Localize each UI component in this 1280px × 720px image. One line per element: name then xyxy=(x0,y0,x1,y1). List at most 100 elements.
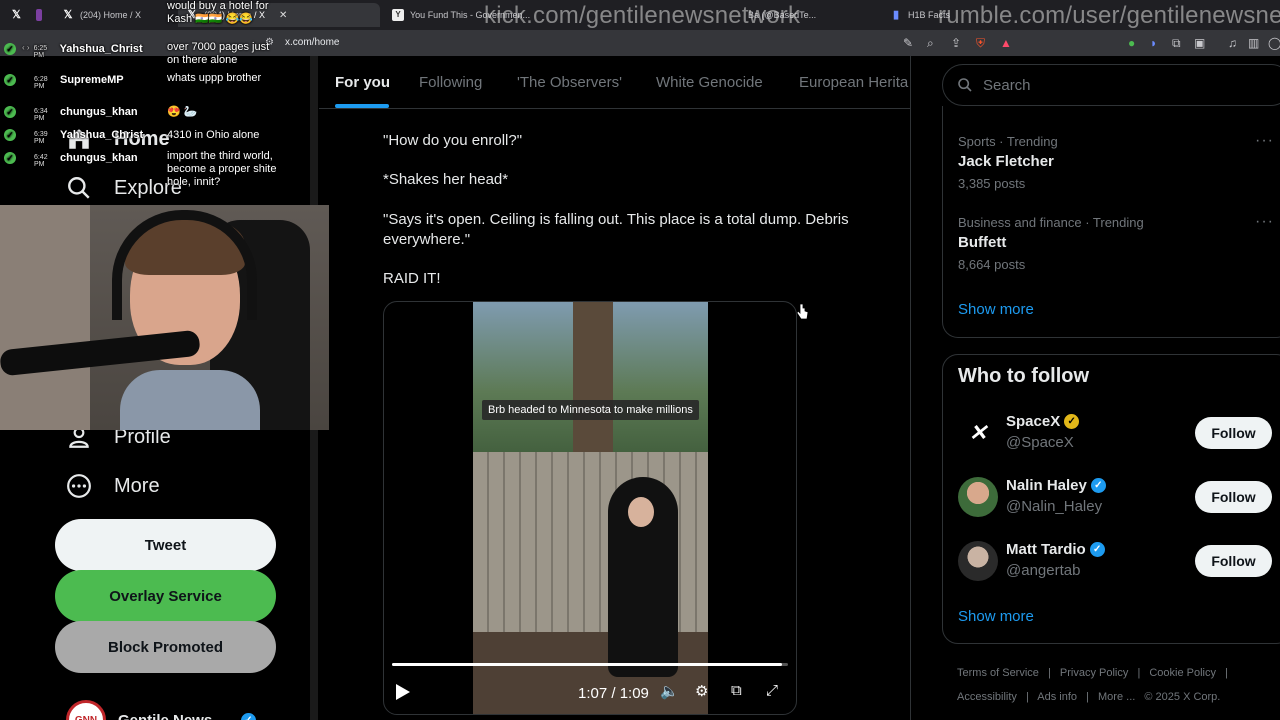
video-progress-bar[interactable] xyxy=(392,663,788,666)
check-icon: ✓ xyxy=(4,74,16,86)
show-more-link[interactable]: Show more xyxy=(958,608,1034,625)
footer-link-terms[interactable]: Terms of Service xyxy=(957,667,1039,679)
chat-message: over 7000 pages just on there alone xyxy=(167,41,270,66)
chat-message: would buy a hotel for Kash 🇮🇳🇮🇳 😂😂 xyxy=(167,0,269,25)
zoom-icon[interactable]: ⌕ xyxy=(927,36,934,50)
gear-icon[interactable]: ⚙ xyxy=(695,682,708,700)
verified-badge-icon: ✓ xyxy=(1090,478,1106,493)
search-icon xyxy=(958,78,972,92)
puzzle-icon[interactable]: ⧉ xyxy=(1172,36,1181,50)
footer-link-more[interactable]: More ... xyxy=(1098,691,1135,703)
footer-link-privacy[interactable]: Privacy Policy xyxy=(1060,667,1128,679)
main-feed: For you Following 'The Observers' White … xyxy=(319,56,911,720)
follow-name: SpaceX ✓ xyxy=(1006,413,1080,430)
tab-following[interactable]: Following xyxy=(419,74,482,91)
share-icon[interactable]: ⇪ xyxy=(951,36,961,50)
check-icon: ✓ xyxy=(4,106,16,118)
media-icon[interactable]: ♫ xyxy=(1228,36,1237,50)
follow-handle: @SpaceX xyxy=(1006,434,1074,451)
avatar xyxy=(958,541,998,581)
chat-message: 😍 🦢 xyxy=(167,106,198,118)
footer-link-accessibility[interactable]: Accessibility xyxy=(957,691,1017,703)
more-circle-icon xyxy=(67,474,91,498)
chat-line: ✓ 6:42 PM chungus_khan xyxy=(4,152,156,168)
account-name: Gentile News ... xyxy=(118,711,229,720)
popout-icon[interactable]: ⧉ xyxy=(731,682,742,699)
tab-european-heritage[interactable]: European Herita xyxy=(799,74,908,91)
post-text-line: *Shakes her head* xyxy=(383,171,509,188)
play-icon[interactable] xyxy=(396,684,410,700)
video-progress-fill xyxy=(392,663,783,666)
sidebar-icon[interactable]: ▥ xyxy=(1248,36,1259,50)
more-options-icon[interactable]: ··· xyxy=(1255,213,1274,231)
video-caption: Brb headed to Minnesota to make millions xyxy=(482,400,699,420)
search-input[interactable]: Search xyxy=(942,64,1280,106)
post-text-line: "How do you enroll?" xyxy=(383,132,523,149)
tab-favicon: ▮ xyxy=(892,9,900,21)
chat-time: 6:34 PM xyxy=(34,108,48,122)
tab-white-genocide[interactable]: White Genocide xyxy=(656,74,763,91)
edit-icon[interactable]: ✎ xyxy=(903,36,913,50)
extension-icon[interactable]: ● xyxy=(1128,36,1135,50)
chat-line: ✓ 6:34 PM chungus_khan xyxy=(4,106,156,122)
chat-username: SupremeMP xyxy=(60,74,124,86)
chat-message: import the third world, become a proper … xyxy=(167,150,277,188)
account-switcher[interactable]: GNN Gentile News ... ✓ xyxy=(66,700,256,720)
follow-handle: @Nalin_Haley xyxy=(1006,498,1103,515)
follow-suggestion[interactable]: Matt Tardio ✓ @angertab Follow xyxy=(958,541,1278,591)
profile-icon[interactable]: ◯ xyxy=(1268,36,1280,50)
show-more-link[interactable]: Show more xyxy=(958,301,1034,318)
block-promoted-button[interactable]: Block Promoted xyxy=(55,621,276,673)
video-person-face xyxy=(628,497,654,527)
verified-badge-icon: ✓ xyxy=(1089,542,1105,557)
follow-display-name: SpaceX xyxy=(1006,413,1061,430)
tab-for-you[interactable]: For you xyxy=(335,74,390,91)
video-tree-trunk xyxy=(573,302,613,472)
avatar xyxy=(958,477,998,517)
tab-the-observers[interactable]: 'The Observers' xyxy=(517,74,622,91)
footer-separator: | xyxy=(1025,691,1029,703)
feed-tabs: For you Following 'The Observers' White … xyxy=(319,56,911,109)
follow-suggestion[interactable]: Nalin Haley ✓ @Nalin_Haley Follow xyxy=(958,477,1278,527)
nav-more[interactable]: More xyxy=(66,473,160,499)
who-to-follow-panel: Who to follow ✕ SpaceX ✓ @SpaceX Follow N… xyxy=(942,354,1280,644)
fullscreen-icon[interactable]: ⤢ xyxy=(766,682,778,699)
post-text-line: "Says it's open. Ceiling is falling out.… xyxy=(383,211,849,248)
follow-button[interactable]: Follow xyxy=(1195,417,1272,449)
wallet-icon[interactable]: ▣ xyxy=(1194,36,1205,50)
chat-time: 6:25 PM xyxy=(33,45,48,59)
footer-row: Terms of Service | Privacy Policy | Cook… xyxy=(957,661,1277,685)
more-options-icon[interactable]: ··· xyxy=(1255,132,1274,150)
footer-row: Accessibility | Ads info | More ... © 20… xyxy=(957,685,1277,709)
footer-separator: | xyxy=(1225,667,1228,679)
footer-links: Terms of Service | Privacy Policy | Cook… xyxy=(957,661,1277,709)
back-icon: ‹ › xyxy=(22,43,30,52)
tweet-button[interactable]: Tweet xyxy=(55,519,276,571)
check-icon: ✓ xyxy=(4,129,16,141)
footer-link-cookie[interactable]: Cookie Policy xyxy=(1149,667,1216,679)
follow-handle: @angertab xyxy=(1006,562,1081,579)
chat-username: chungus_khan xyxy=(60,106,138,118)
overlay-url-kick: kick.com/gentilenewsnetwork xyxy=(484,2,801,29)
search-placeholder: Search xyxy=(983,76,1031,94)
volume-icon[interactable]: 🔈 xyxy=(660,682,679,700)
webcam-shirt xyxy=(120,370,260,430)
follow-button[interactable]: Follow xyxy=(1195,481,1272,513)
trend-name: Buffett xyxy=(958,234,1007,251)
follow-button[interactable]: Follow xyxy=(1195,545,1272,577)
chat-line: ✓ 6:39 PM Yahshua_Christ xyxy=(4,129,156,145)
footer-link-ads-info[interactable]: Ads info xyxy=(1037,691,1077,703)
overlay-service-button[interactable]: Overlay Service xyxy=(55,570,276,622)
trend-count: 8,664 posts xyxy=(958,257,1026,272)
footer-copyright: © 2025 X Corp. xyxy=(1144,691,1221,703)
brave-shield-icon[interactable]: ⛨ xyxy=(976,36,985,50)
overlay-url-rumble: rumble.com/user/gentilenewsnet xyxy=(938,2,1280,29)
trend-count: 3,385 posts xyxy=(958,176,1026,191)
video-player[interactable]: Brb headed to Minnesota to make millions… xyxy=(383,301,797,715)
follow-suggestion[interactable]: ✕ SpaceX ✓ @SpaceX Follow xyxy=(958,413,1278,463)
follow-display-name: Matt Tardio xyxy=(1006,541,1086,558)
extension-icon[interactable]: ◗ xyxy=(1150,36,1157,50)
follow-name: Matt Tardio ✓ xyxy=(1006,541,1105,558)
chat-time: 6:42 PM xyxy=(34,154,48,168)
rewards-icon[interactable]: ▲ xyxy=(1000,36,1012,50)
